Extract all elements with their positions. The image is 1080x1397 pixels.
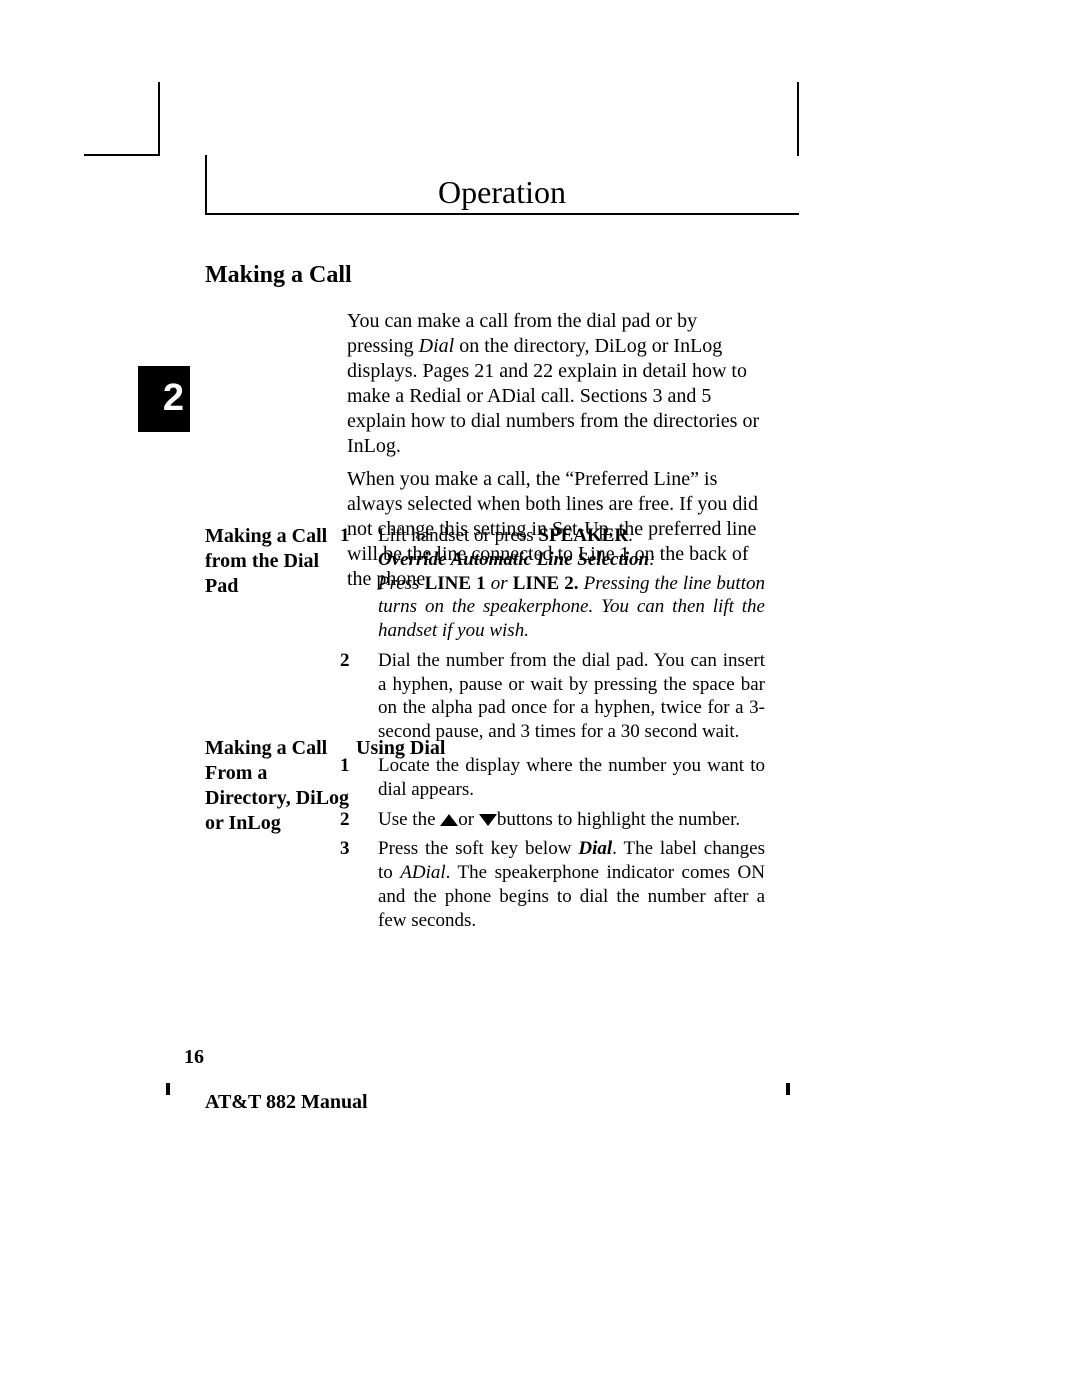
chapter-tab: 2 bbox=[138, 366, 190, 432]
steps-directory: 1 Locate the display where the number yo… bbox=[340, 754, 765, 938]
step-body: Dial the number from the dial pad. You c… bbox=[378, 649, 765, 744]
step-body: Locate the display where the number you … bbox=[378, 754, 765, 802]
crop-rule bbox=[158, 82, 160, 156]
footer-tick bbox=[166, 1083, 170, 1095]
step-text: . bbox=[628, 525, 633, 546]
step-text: Press the soft key below bbox=[378, 838, 578, 859]
arrow-down-icon bbox=[479, 814, 497, 826]
step-number: 2 bbox=[340, 649, 358, 744]
softkey-adial: ADial bbox=[400, 862, 445, 883]
step-text: Use the bbox=[378, 809, 440, 830]
key-speaker: SPEAKER bbox=[538, 525, 628, 546]
step-body: Press the soft key below Dial. The label… bbox=[378, 837, 765, 932]
crop-rule bbox=[797, 82, 799, 156]
step-number: 3 bbox=[340, 837, 358, 932]
intro-dial: Dial bbox=[419, 335, 455, 357]
step-body: Lift handset or press SPEAKER. Override … bbox=[378, 524, 765, 643]
step-row: 1 Locate the display where the number yo… bbox=[340, 754, 765, 802]
step-number: 1 bbox=[340, 524, 358, 643]
override-label: Override Automatic Line Selection bbox=[378, 549, 649, 570]
or-text: or bbox=[486, 573, 513, 594]
subsection-heading-dialpad: Making a Call from the Dial Pad bbox=[205, 524, 355, 599]
section-heading: Making a Call bbox=[205, 260, 352, 290]
key-line1: LINE 1 bbox=[425, 573, 486, 594]
step-text: buttons to highlight the number. bbox=[497, 809, 740, 830]
crop-rule bbox=[84, 154, 159, 156]
or-text: or bbox=[458, 809, 479, 830]
steps-dialpad: 1 Lift handset or press SPEAKER. Overrid… bbox=[340, 524, 765, 750]
step-text: Lift handset or press bbox=[378, 525, 538, 546]
step-row: 2 Dial the number from the dial pad. You… bbox=[340, 649, 765, 744]
footer-tick bbox=[786, 1083, 790, 1095]
step-row: 1 Lift handset or press SPEAKER. Overrid… bbox=[340, 524, 765, 643]
colon: : bbox=[649, 549, 655, 570]
arrow-up-icon bbox=[440, 814, 458, 826]
softkey-dial: Dial bbox=[578, 838, 612, 859]
step-row: 2 Use the or buttons to highlight the nu… bbox=[340, 808, 765, 832]
step-number: 2 bbox=[340, 808, 358, 832]
chapter-underline bbox=[205, 213, 799, 215]
step-body: Use the or buttons to highlight the numb… bbox=[378, 808, 765, 832]
intro-paragraph-1: You can make a call from the dial pad or… bbox=[347, 309, 762, 459]
press-text: Press bbox=[378, 573, 425, 594]
step-number: 1 bbox=[340, 754, 358, 802]
page-number: 16 bbox=[184, 1045, 204, 1070]
footer-text: AT&T 882 Manual bbox=[205, 1090, 368, 1115]
key-line2: LINE 2. bbox=[513, 573, 579, 594]
step-row: 3 Press the soft key below Dial. The lab… bbox=[340, 837, 765, 932]
subsection-heading-directory: Making a Call From a Directory, DiLog or… bbox=[205, 736, 355, 836]
page: Operation 2 Making a Call You can make a… bbox=[0, 0, 1080, 1397]
chapter-title: Operation bbox=[205, 172, 799, 212]
